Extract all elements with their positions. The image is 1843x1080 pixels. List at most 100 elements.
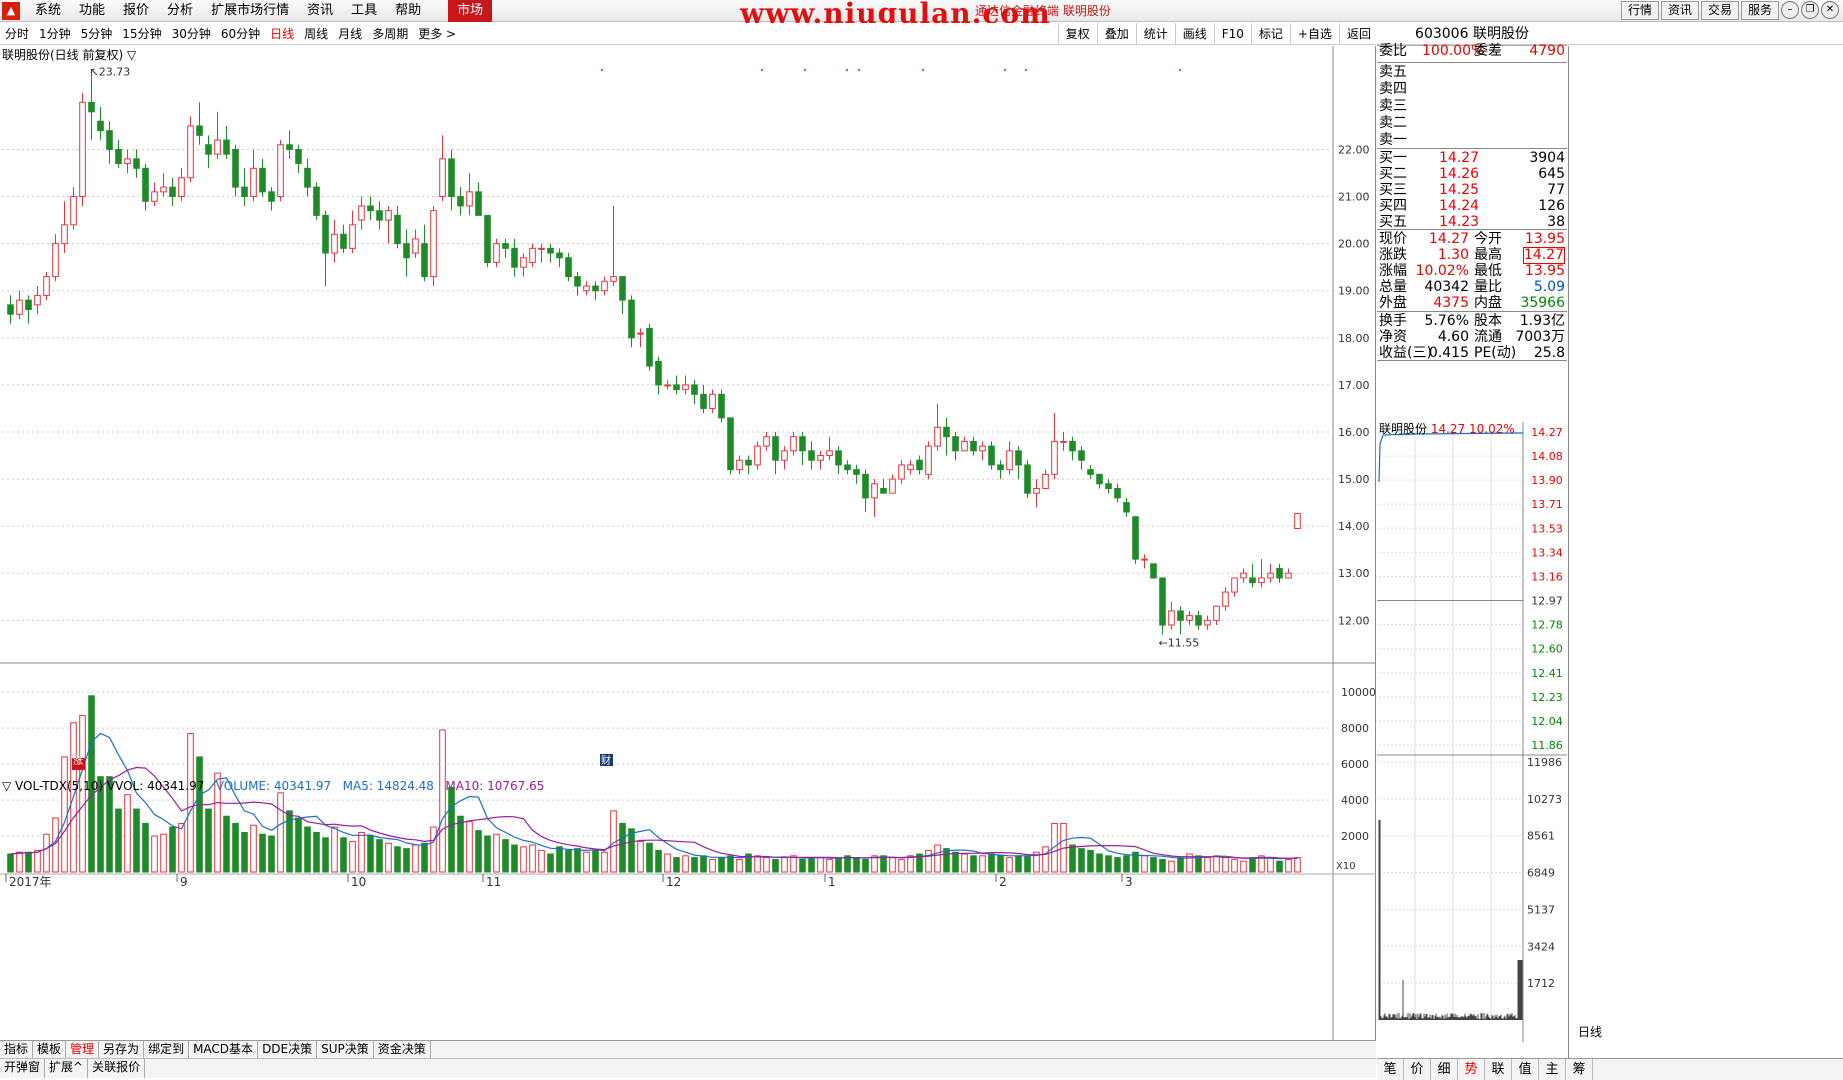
- volume-bar: [557, 847, 563, 872]
- volume-bar: [998, 856, 1004, 872]
- period-multi[interactable]: 多周期: [367, 23, 413, 45]
- event-dot: [858, 69, 860, 71]
- period-1min[interactable]: 1分钟: [34, 23, 76, 45]
- vol-scale-label: X10: [1336, 861, 1356, 872]
- menu-function[interactable]: 功能: [70, 0, 114, 22]
- volume-bar: [620, 823, 626, 872]
- tab-extend[interactable]: 扩展^: [45, 1059, 88, 1078]
- nav-主[interactable]: 主: [1539, 1059, 1566, 1080]
- menu-tools[interactable]: 工具: [342, 0, 386, 22]
- kline-area[interactable]: 22.00 21.00 20.00 19.00 18.00 17.00 16.00 15.00…: [0, 46, 1376, 1040]
- nav-联[interactable]: 联: [1485, 1059, 1512, 1080]
- candle-body: [1097, 474, 1103, 483]
- toolbar-quote-button[interactable]: 行情: [1621, 1, 1659, 20]
- toolbar-trade-button[interactable]: 交易: [1701, 1, 1739, 20]
- candle-body: [863, 474, 869, 498]
- candle-body: [188, 126, 194, 178]
- period-5min[interactable]: 5分钟: [76, 23, 118, 45]
- period-15min[interactable]: 15分钟: [117, 23, 166, 45]
- tab-fund[interactable]: 资金决策: [374, 1041, 431, 1058]
- candle-body: [269, 192, 275, 201]
- tool-add-watch[interactable]: +自选: [1290, 23, 1339, 45]
- period-30min[interactable]: 30分钟: [167, 23, 216, 45]
- candle-body: [818, 456, 824, 461]
- volume-bar: [566, 850, 572, 872]
- nav-筹[interactable]: 筹: [1566, 1059, 1593, 1080]
- menu-market[interactable]: 市场: [448, 0, 492, 22]
- candle-body: [674, 385, 680, 390]
- nav-笔[interactable]: 笔: [1377, 1059, 1404, 1080]
- app-logo-icon[interactable]: ▲: [2, 2, 20, 20]
- candle-body: [350, 225, 356, 249]
- menu-analysis[interactable]: 分析: [158, 0, 202, 22]
- tool-f10[interactable]: F10: [1214, 23, 1251, 45]
- tool-mark[interactable]: 标记: [1251, 23, 1290, 45]
- toolbar-info-button[interactable]: 资讯: [1661, 1, 1699, 20]
- candle-body: [170, 187, 176, 196]
- kline-chart[interactable]: 22.00 21.00 20.00 19.00 18.00 17.00 16.00 15.00…: [0, 46, 1376, 1040]
- day-label: 日线: [1578, 1023, 1602, 1040]
- volume-bar: [1286, 859, 1292, 872]
- volume-bar: [827, 859, 833, 872]
- period-fenshi[interactable]: 分时: [0, 23, 34, 45]
- tab-macd[interactable]: MACD基本: [189, 1041, 258, 1058]
- candle-body: [737, 460, 743, 469]
- close-icon[interactable]: ✕: [1821, 1, 1839, 19]
- menu-help[interactable]: 帮助: [386, 0, 430, 22]
- tool-draw[interactable]: 画线: [1175, 23, 1214, 45]
- zhang-marker: 涨: [73, 755, 83, 767]
- tab-save-as[interactable]: 另存为: [99, 1041, 144, 1058]
- nav-值[interactable]: 值: [1512, 1059, 1539, 1080]
- nav-细[interactable]: 细: [1431, 1059, 1458, 1080]
- menu-info[interactable]: 资讯: [298, 0, 342, 22]
- mini-price-tick: 12.41: [1531, 667, 1563, 680]
- nav-价[interactable]: 价: [1404, 1059, 1431, 1080]
- volume-bar: [116, 809, 122, 872]
- minimize-icon[interactable]: –: [1781, 1, 1799, 19]
- tab-template[interactable]: 模板: [33, 1041, 66, 1058]
- menu-system[interactable]: 系统: [26, 0, 70, 22]
- volume-bar: [854, 858, 860, 872]
- tab-bind[interactable]: 绑定到: [144, 1041, 189, 1058]
- volume-bar: [818, 858, 824, 872]
- tab-sup[interactable]: SUP决策: [317, 1041, 374, 1058]
- candle-body: [548, 248, 554, 253]
- period-more[interactable]: 更多 >: [413, 23, 461, 45]
- tab-dde[interactable]: DDE决策: [258, 1041, 317, 1058]
- volume-bar: [1151, 858, 1157, 872]
- menu-quote[interactable]: 报价: [114, 0, 158, 22]
- volume-bar: [44, 834, 50, 872]
- nav-势[interactable]: 势: [1458, 1059, 1485, 1080]
- tab-linked-quote[interactable]: 关联报价: [88, 1059, 145, 1078]
- candle-body: [998, 465, 1004, 470]
- candle-body: [1124, 503, 1130, 512]
- period-daily[interactable]: 日线: [265, 23, 299, 45]
- candle-body: [872, 484, 878, 498]
- volume-bar: [134, 809, 140, 872]
- tab-indicator[interactable]: 指标: [0, 1041, 33, 1058]
- menu-ext-market[interactable]: 扩展市场行情: [202, 0, 298, 22]
- volume-bar: [575, 849, 581, 872]
- candle-body: [854, 470, 860, 475]
- mini-price-tick: 13.53: [1531, 522, 1563, 535]
- candle-body: [71, 197, 77, 225]
- restore-icon[interactable]: ❐: [1801, 1, 1819, 19]
- app-window: ▲ 系统 功能 报价 分析 扩展市场行情 资讯 工具 帮助 市场 通达信金融终端…: [0, 0, 1843, 1080]
- intraday-mini-chart[interactable]: 联明股份 14.27 10.02% 14.27 14.08 13.90 13.71 13…: [1377, 422, 1567, 1042]
- volume-indicator-name[interactable]: ▽ VOL-TDX(5,10): [2, 779, 103, 793]
- mini-price: 14.27: [1431, 422, 1465, 436]
- volume-bar: [503, 840, 509, 872]
- candle-body: [530, 248, 536, 262]
- x-tick-label: 1: [828, 875, 836, 889]
- tool-stats[interactable]: 统计: [1136, 23, 1175, 45]
- tool-overlay[interactable]: 叠加: [1097, 23, 1136, 45]
- candle-body: [1268, 573, 1274, 578]
- period-weekly[interactable]: 周线: [299, 23, 333, 45]
- tool-fuquan[interactable]: 复权: [1058, 23, 1097, 45]
- tab-popup[interactable]: 开弹窗: [0, 1059, 45, 1078]
- toolbar-service-button[interactable]: 服务: [1741, 1, 1779, 20]
- period-60min[interactable]: 60分钟: [216, 23, 265, 45]
- tool-back[interactable]: 返回: [1339, 23, 1378, 45]
- period-monthly[interactable]: 月线: [333, 23, 367, 45]
- tab-manage[interactable]: 管理: [66, 1041, 99, 1058]
